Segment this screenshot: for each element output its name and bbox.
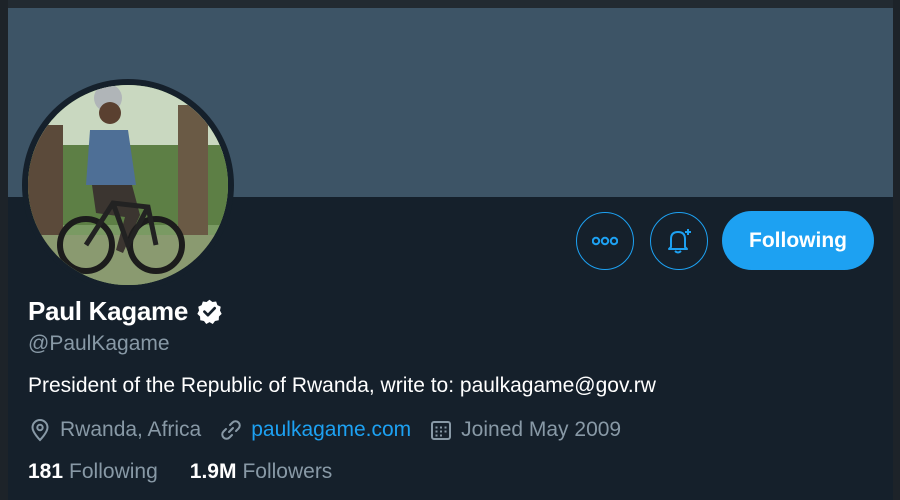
location-item: Rwanda, Africa: [28, 418, 201, 442]
profile-bio: President of the Republic of Rwanda, wri…: [28, 374, 656, 397]
avatar-photo: [28, 85, 228, 285]
profile-stats: 181 Following 1.9M Followers: [28, 460, 364, 484]
location-text: Rwanda, Africa: [60, 418, 202, 441]
following-label: Following: [69, 460, 158, 483]
window-frame-top: [0, 0, 900, 8]
location-pin-icon: [31, 419, 49, 442]
notifications-button[interactable]: [650, 212, 708, 270]
following-stat[interactable]: 181 Following: [28, 460, 158, 484]
followers-label: Followers: [242, 460, 333, 483]
website-link[interactable]: paulkagame.com: [251, 418, 411, 442]
profile-name: Paul Kagame: [28, 296, 188, 326]
more-options-button[interactable]: [576, 212, 634, 270]
more-options-icon: [592, 236, 618, 246]
joined-item: Joined May 2009: [429, 418, 621, 442]
profile-name-row: Paul Kagame: [28, 296, 223, 327]
followers-stat[interactable]: 1.9M Followers: [190, 460, 333, 484]
profile-handle: @PaulKagame: [28, 332, 170, 355]
profile-avatar[interactable]: [22, 79, 234, 291]
joined-text: Joined May 2009: [461, 418, 622, 441]
followers-count: 1.9M: [189, 460, 237, 483]
window-frame-right: [893, 0, 900, 500]
following-button[interactable]: Following: [722, 211, 874, 270]
bell-plus-icon: [668, 229, 691, 254]
website-item[interactable]: paulkagame.com: [219, 418, 411, 442]
profile-meta: Rwanda, Africa paulkagame.com Joined May…: [28, 418, 639, 442]
calendar-icon: [431, 421, 452, 440]
verified-badge-icon: [197, 299, 222, 324]
following-count: 181: [28, 460, 64, 483]
window-frame-left: [0, 0, 8, 500]
link-icon: [221, 420, 241, 440]
